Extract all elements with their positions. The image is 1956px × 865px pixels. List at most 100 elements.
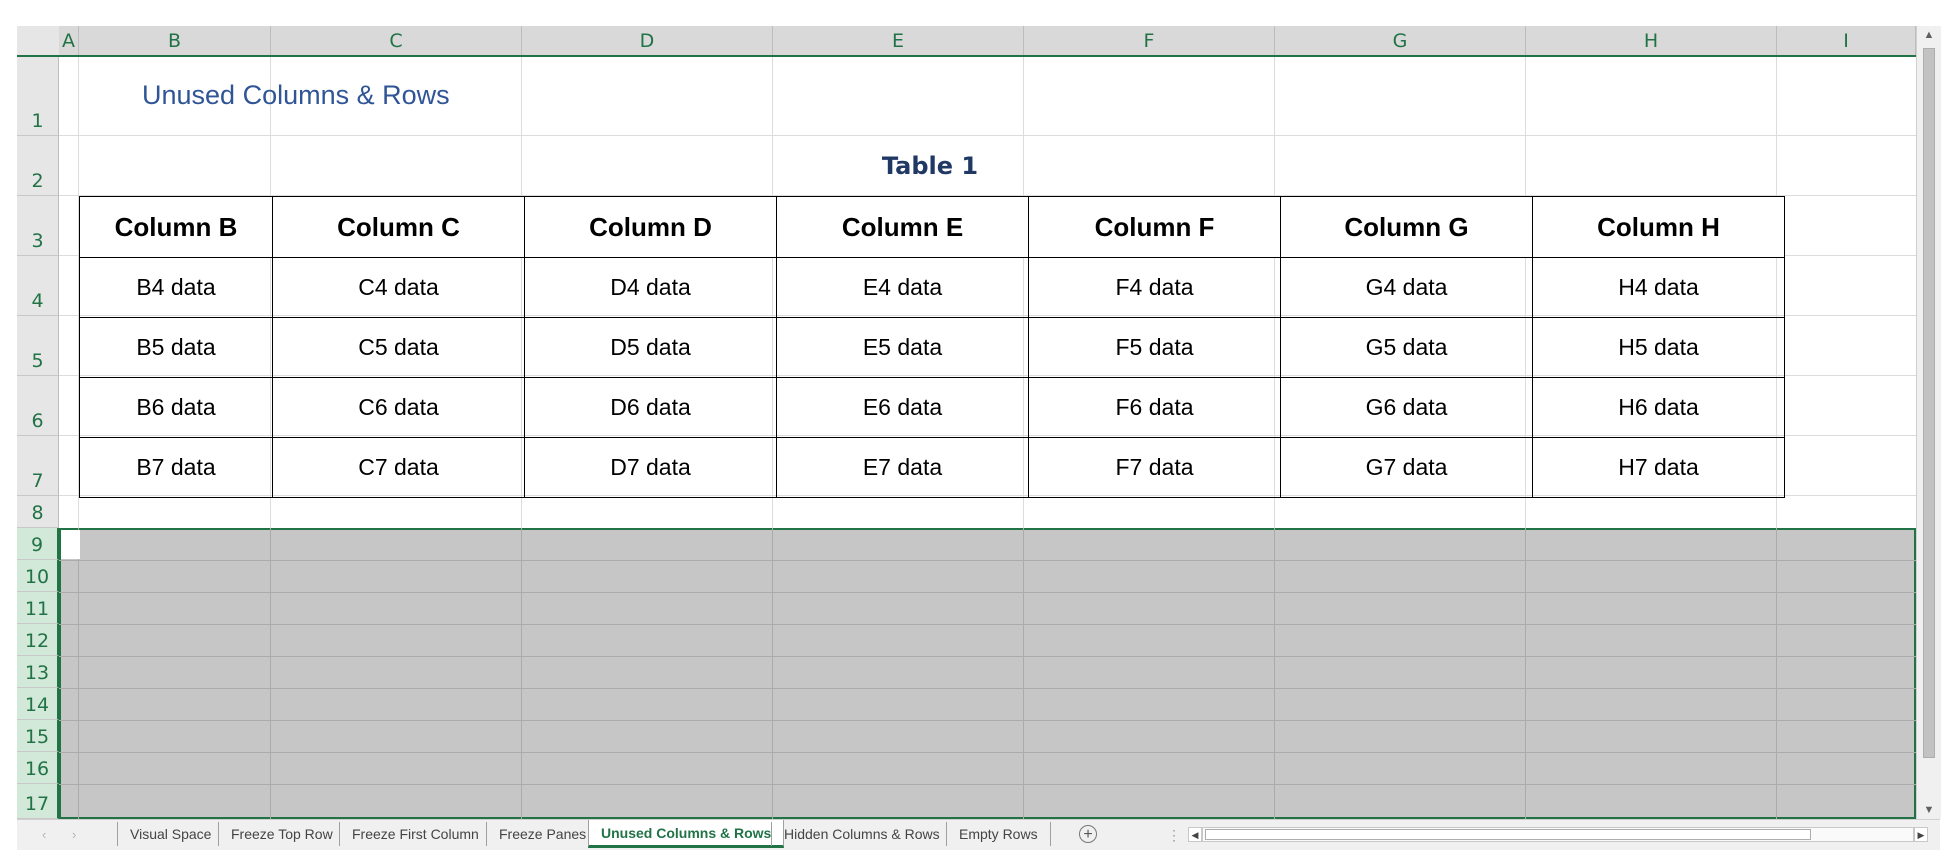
row-header-16[interactable]: 16 xyxy=(17,752,59,784)
gridline xyxy=(1525,528,1526,819)
row-header-2[interactable]: 2 xyxy=(17,136,59,196)
sheet-tab-hidden-columns-rows[interactable]: Hidden Columns & Rows xyxy=(771,822,952,846)
table-row: B7 data C7 data D7 data E7 data F7 data … xyxy=(79,437,1785,498)
row-header-8[interactable]: 8 xyxy=(17,496,59,528)
table-cell[interactable]: H6 data xyxy=(1532,377,1785,438)
row-header-13[interactable]: 13 xyxy=(17,656,59,688)
gridline xyxy=(59,135,1916,136)
gridline xyxy=(59,624,1916,625)
gridline xyxy=(270,528,271,819)
gridline xyxy=(78,528,79,819)
row-header-12[interactable]: 12 xyxy=(17,624,59,656)
table-cell[interactable]: H7 data xyxy=(1532,437,1785,498)
table-cell[interactable]: B6 data xyxy=(79,377,273,438)
table-cell[interactable]: E5 data xyxy=(776,317,1029,378)
table-header-cell[interactable]: Column G xyxy=(1280,196,1533,258)
col-header-f[interactable]: F xyxy=(1024,26,1275,55)
table-cell[interactable]: F5 data xyxy=(1028,317,1281,378)
col-header-e[interactable]: E xyxy=(773,26,1024,55)
select-all-corner[interactable] xyxy=(17,26,60,55)
col-header-a[interactable]: A xyxy=(59,26,79,55)
scroll-right-icon[interactable]: ▶ xyxy=(1914,827,1928,842)
gridline xyxy=(59,752,1916,753)
table-cell[interactable]: G7 data xyxy=(1280,437,1533,498)
col-header-h[interactable]: H xyxy=(1526,26,1777,55)
table-cell[interactable]: H5 data xyxy=(1532,317,1785,378)
gridline xyxy=(59,688,1916,689)
row-header-14[interactable]: 14 xyxy=(17,688,59,720)
table-header-cell[interactable]: Column C xyxy=(272,196,525,258)
col-header-g[interactable]: G xyxy=(1275,26,1526,55)
table-cell[interactable]: G4 data xyxy=(1280,257,1533,318)
gridline xyxy=(521,528,522,819)
table-cell[interactable]: F7 data xyxy=(1028,437,1281,498)
gridline xyxy=(59,784,1916,785)
table-cell[interactable]: E7 data xyxy=(776,437,1029,498)
row-header-3[interactable]: 3 xyxy=(17,196,59,256)
scroll-down-icon[interactable]: ▼ xyxy=(1917,801,1941,819)
table-header-cell[interactable]: Column B xyxy=(79,196,273,258)
vertical-scrollbar[interactable]: ▲ ▼ xyxy=(1916,26,1941,819)
table-cell[interactable]: C6 data xyxy=(272,377,525,438)
row-header-15[interactable]: 15 xyxy=(17,720,59,752)
vertical-scroll-thumb[interactable] xyxy=(1923,48,1935,758)
row-header-1[interactable]: 1 xyxy=(17,57,59,136)
row-header-6[interactable]: 6 xyxy=(17,376,59,436)
row-header-17[interactable]: 17 xyxy=(17,784,59,819)
sheet-tab-visual-space[interactable]: Visual Space xyxy=(117,822,223,846)
table-cell[interactable]: F4 data xyxy=(1028,257,1281,318)
tab-scroll-right-icon[interactable]: › xyxy=(72,820,76,850)
table-cell[interactable]: B5 data xyxy=(79,317,273,378)
data-table: Column B Column C Column D Column E Colu… xyxy=(79,196,1785,498)
col-header-i[interactable]: I xyxy=(1777,26,1916,55)
col-header-b[interactable]: B xyxy=(79,26,271,55)
row-header-4[interactable]: 4 xyxy=(17,256,59,316)
table-cell[interactable]: G6 data xyxy=(1280,377,1533,438)
table-cell[interactable]: D6 data xyxy=(524,377,777,438)
table-cell[interactable]: C4 data xyxy=(272,257,525,318)
sheet-tab-freeze-first-column[interactable]: Freeze First Column xyxy=(339,822,491,846)
table-cell[interactable]: F6 data xyxy=(1028,377,1281,438)
table-cell[interactable]: E4 data xyxy=(776,257,1029,318)
scroll-left-icon[interactable]: ◀ xyxy=(1188,827,1202,842)
selected-range[interactable] xyxy=(59,528,1916,819)
table-row: B5 data C5 data D5 data E5 data F5 data … xyxy=(79,317,1785,378)
row-header-10[interactable]: 10 xyxy=(17,560,59,592)
horizontal-scrollbar[interactable] xyxy=(1202,827,1914,842)
table-cell[interactable]: B4 data xyxy=(79,257,273,318)
sheet-tab-freeze-top-row[interactable]: Freeze Top Row xyxy=(218,822,345,846)
horizontal-scroll-thumb[interactable] xyxy=(1205,829,1811,840)
table-row: B4 data C4 data D4 data E4 data F4 data … xyxy=(79,257,1785,318)
table-cell[interactable]: E6 data xyxy=(776,377,1029,438)
table-row: B6 data C6 data D6 data E6 data F6 data … xyxy=(79,377,1785,438)
active-cell[interactable] xyxy=(61,530,80,559)
col-header-d[interactable]: D xyxy=(522,26,773,55)
col-header-c[interactable]: C xyxy=(271,26,522,55)
table-header-cell[interactable]: Column D xyxy=(524,196,777,258)
row-header-5[interactable]: 5 xyxy=(17,316,59,376)
row-header-9[interactable]: 9 xyxy=(17,528,59,560)
sheet-tab-empty-rows[interactable]: Empty Rows xyxy=(946,822,1051,846)
table-caption: Table 1 xyxy=(881,152,979,180)
sheet-tab-unused-columns-rows[interactable]: Unused Columns & Rows xyxy=(588,820,785,848)
table-cell[interactable]: C7 data xyxy=(272,437,525,498)
scroll-up-icon[interactable]: ▲ xyxy=(1917,26,1941,44)
row-header-7[interactable]: 7 xyxy=(17,436,59,496)
table-cell[interactable]: B7 data xyxy=(79,437,273,498)
table-header-cell[interactable]: Column E xyxy=(776,196,1029,258)
table-cell[interactable]: D5 data xyxy=(524,317,777,378)
table-cell[interactable]: D7 data xyxy=(524,437,777,498)
tab-split-handle-icon[interactable]: ⋮ xyxy=(1167,820,1181,850)
table-header-cell[interactable]: Column H xyxy=(1532,196,1785,258)
table-cell[interactable]: D4 data xyxy=(524,257,777,318)
gridline xyxy=(59,656,1916,657)
table-cell[interactable]: C5 data xyxy=(272,317,525,378)
column-header-row: A B C D E F G H I xyxy=(17,26,1916,57)
row-header-11[interactable]: 11 xyxy=(17,592,59,624)
table-cell[interactable]: G5 data xyxy=(1280,317,1533,378)
add-sheet-icon[interactable]: + xyxy=(1079,825,1097,843)
table-cell[interactable]: H4 data xyxy=(1532,257,1785,318)
sheet-tab-freeze-panes[interactable]: Freeze Panes xyxy=(486,822,598,846)
tab-scroll-left-icon[interactable]: ‹ xyxy=(42,820,46,850)
table-header-cell[interactable]: Column F xyxy=(1028,196,1281,258)
